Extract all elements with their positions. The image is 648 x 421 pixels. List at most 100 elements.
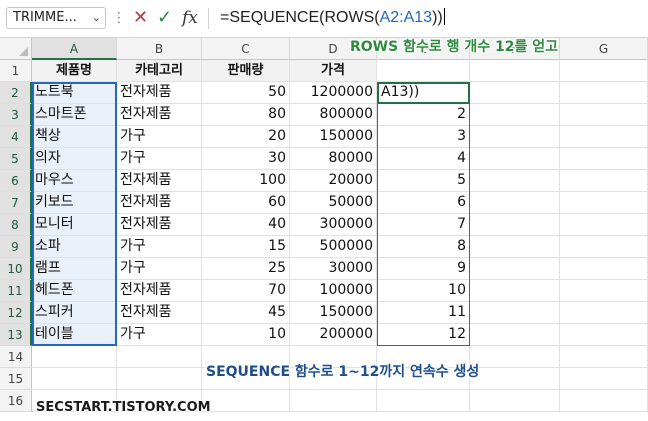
row-header-10[interactable]: 10: [0, 258, 32, 280]
grid-cell[interactable]: [560, 214, 648, 236]
table-cell[interactable]: 의자: [32, 148, 117, 170]
row-header-15[interactable]: 15: [0, 368, 32, 390]
table-cell[interactable]: 25: [202, 258, 290, 280]
table-cell[interactable]: 가구: [117, 148, 202, 170]
grid-cell[interactable]: [560, 60, 648, 82]
table-cell[interactable]: 모니터: [32, 214, 117, 236]
spill-cell[interactable]: 7: [377, 214, 470, 236]
spill-cell[interactable]: 3: [377, 126, 470, 148]
table-cell[interactable]: 100: [202, 170, 290, 192]
table-cell[interactable]: 15: [202, 236, 290, 258]
row-header-5[interactable]: 5: [0, 148, 32, 170]
grid-cell[interactable]: [470, 368, 560, 390]
grid-cell[interactable]: [470, 258, 560, 280]
table-cell[interactable]: 키보드: [32, 192, 117, 214]
table-header-cell[interactable]: 가격: [290, 60, 377, 82]
grid-cell[interactable]: [560, 236, 648, 258]
grid-cell[interactable]: [470, 148, 560, 170]
table-cell[interactable]: 80000: [290, 148, 377, 170]
table-header-cell[interactable]: 카테고리: [117, 60, 202, 82]
row-header-3[interactable]: 3: [0, 104, 32, 126]
spill-cell[interactable]: 10: [377, 280, 470, 302]
grid-cell[interactable]: [377, 390, 470, 412]
table-cell[interactable]: 70: [202, 280, 290, 302]
table-cell[interactable]: 전자제품: [117, 170, 202, 192]
table-cell[interactable]: 500000: [290, 236, 377, 258]
column-header-b[interactable]: B: [117, 38, 202, 60]
row-header-6[interactable]: 6: [0, 170, 32, 192]
table-cell[interactable]: 60: [202, 192, 290, 214]
grid-cell[interactable]: [560, 148, 648, 170]
table-cell[interactable]: 전자제품: [117, 104, 202, 126]
grid-cell[interactable]: [470, 192, 560, 214]
grid-cell[interactable]: [470, 214, 560, 236]
grid-cell[interactable]: [470, 104, 560, 126]
chevron-down-icon[interactable]: ⌄: [92, 8, 101, 28]
table-cell[interactable]: 150000: [290, 302, 377, 324]
enter-icon[interactable]: ✓: [157, 6, 172, 30]
grid-cell[interactable]: [470, 280, 560, 302]
table-cell[interactable]: 1200000: [290, 82, 377, 104]
spill-cell[interactable]: 4: [377, 148, 470, 170]
spill-cell[interactable]: 9: [377, 258, 470, 280]
grid-cell[interactable]: [470, 390, 560, 412]
table-cell[interactable]: 가구: [117, 324, 202, 346]
table-cell[interactable]: 전자제품: [117, 192, 202, 214]
grid-cell[interactable]: [560, 258, 648, 280]
table-cell[interactable]: 전자제품: [117, 82, 202, 104]
grid-cell[interactable]: [560, 126, 648, 148]
grid-cell[interactable]: [470, 324, 560, 346]
grid-cell[interactable]: [470, 82, 560, 104]
spill-cell[interactable]: 11: [377, 302, 470, 324]
table-cell[interactable]: 전자제품: [117, 302, 202, 324]
table-header-cell[interactable]: 제품명: [32, 60, 117, 82]
active-cell-edit[interactable]: A13)): [377, 82, 470, 104]
table-cell[interactable]: 800000: [290, 104, 377, 126]
table-cell[interactable]: 20000: [290, 170, 377, 192]
table-cell[interactable]: 스마트폰: [32, 104, 117, 126]
grid-cell[interactable]: [377, 60, 470, 82]
table-header-cell[interactable]: 판매량: [202, 60, 290, 82]
table-cell[interactable]: 45: [202, 302, 290, 324]
column-header-g[interactable]: G: [560, 38, 648, 60]
cancel-icon[interactable]: ✕: [133, 6, 148, 30]
table-cell[interactable]: 헤드폰: [32, 280, 117, 302]
formula-input[interactable]: =SEQUENCE(ROWS(A2:A13)): [220, 7, 445, 29]
table-cell[interactable]: 마우스: [32, 170, 117, 192]
spill-cell[interactable]: 12: [377, 324, 470, 346]
table-cell[interactable]: 50: [202, 82, 290, 104]
table-cell[interactable]: 가구: [117, 126, 202, 148]
table-cell[interactable]: 20: [202, 126, 290, 148]
table-cell[interactable]: 30000: [290, 258, 377, 280]
grid-cell[interactable]: [470, 346, 560, 368]
table-cell[interactable]: 40: [202, 214, 290, 236]
table-cell[interactable]: 150000: [290, 126, 377, 148]
row-header-4[interactable]: 4: [0, 126, 32, 148]
row-header-11[interactable]: 11: [0, 280, 32, 302]
table-cell[interactable]: 300000: [290, 214, 377, 236]
grid-cell[interactable]: [470, 60, 560, 82]
more-icon[interactable]: ⋮: [112, 8, 126, 28]
table-cell[interactable]: 30: [202, 148, 290, 170]
table-cell[interactable]: 테이블: [32, 324, 117, 346]
select-all-corner[interactable]: [0, 38, 32, 60]
grid-cell[interactable]: [470, 236, 560, 258]
grid-cell[interactable]: [470, 170, 560, 192]
spill-cell[interactable]: 8: [377, 236, 470, 258]
grid-cell[interactable]: [32, 346, 117, 368]
row-header-12[interactable]: 12: [0, 302, 32, 324]
row-header-13[interactable]: 13: [0, 324, 32, 346]
grid-cell[interactable]: [470, 302, 560, 324]
table-cell[interactable]: 200000: [290, 324, 377, 346]
table-cell[interactable]: 스피커: [32, 302, 117, 324]
table-cell[interactable]: 노트북: [32, 82, 117, 104]
fx-icon[interactable]: fx: [182, 6, 198, 30]
column-header-a[interactable]: A: [32, 38, 117, 60]
table-cell[interactable]: 책상: [32, 126, 117, 148]
name-box[interactable]: TRIMME... ⌄: [6, 7, 106, 29]
row-header-1[interactable]: 1: [0, 60, 32, 82]
column-header-c[interactable]: C: [202, 38, 290, 60]
table-cell[interactable]: 소파: [32, 236, 117, 258]
grid-cell[interactable]: [202, 390, 290, 412]
grid-cell[interactable]: [117, 346, 202, 368]
